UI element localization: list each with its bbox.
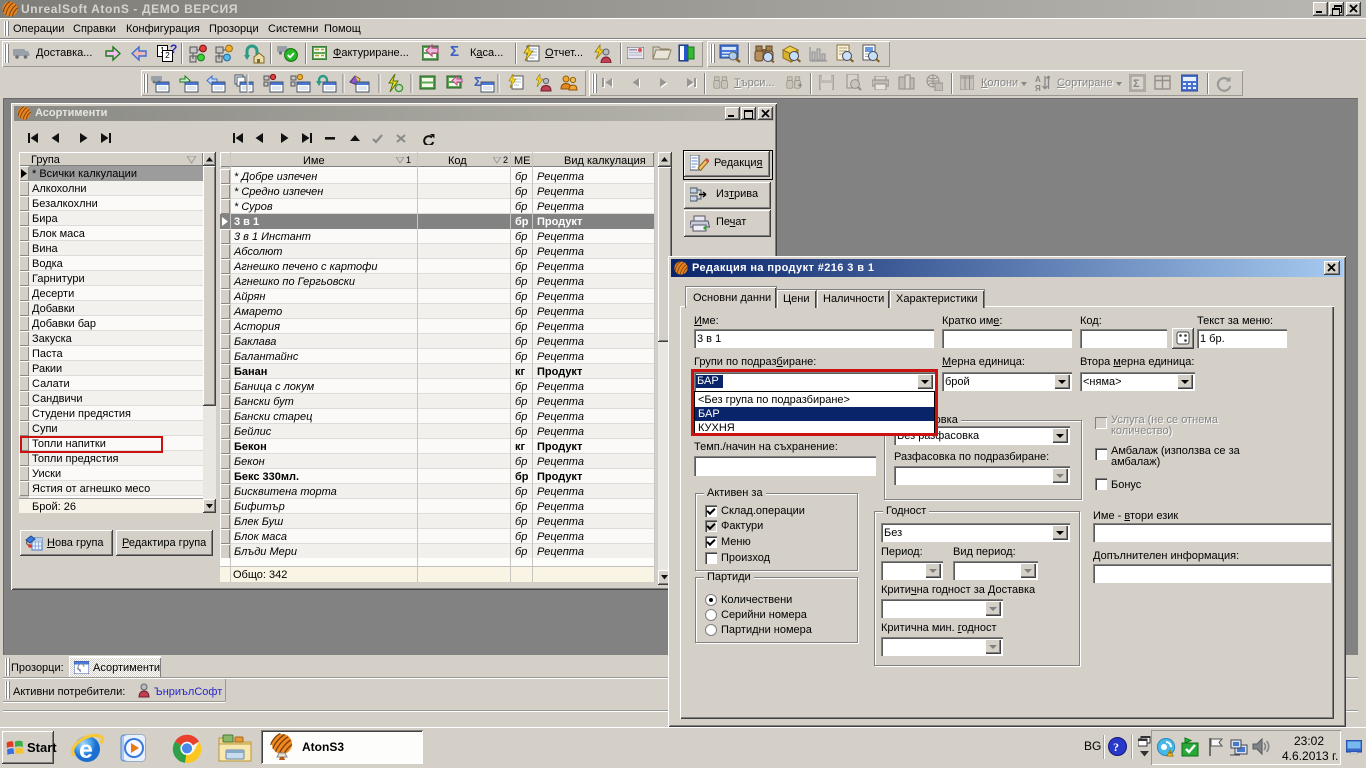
svg-text:?: ? (1113, 740, 1119, 754)
svg-text:А: А (1035, 75, 1041, 84)
svg-text:Σ: Σ (1133, 78, 1140, 90)
svg-text:Я: Я (1035, 84, 1041, 92)
